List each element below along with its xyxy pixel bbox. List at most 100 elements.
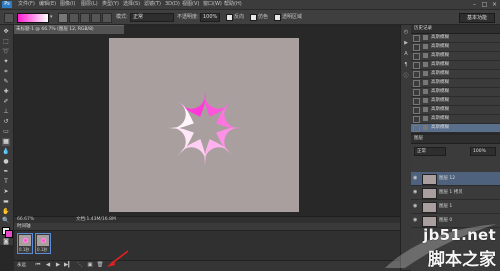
history-item[interactable]: 高斯模糊 xyxy=(411,124,500,133)
quick-mask-icon[interactable]: ◙ xyxy=(2,238,10,246)
eye-icon[interactable]: ◉ xyxy=(413,175,419,181)
shape-tool-icon[interactable]: ▬ xyxy=(2,198,10,206)
history-panel-icon[interactable]: ◴ xyxy=(402,28,410,36)
layer-row[interactable]: ◉ 图层 1 xyxy=(411,200,500,214)
healing-brush-tool-icon[interactable]: ✚ xyxy=(2,88,10,96)
history-source-checkbox[interactable] xyxy=(413,125,420,132)
delete-frame-icon[interactable]: 🗑 xyxy=(96,262,104,269)
hand-tool-icon[interactable]: ✋ xyxy=(2,208,10,216)
chevron-down-icon[interactable]: ▾ xyxy=(50,14,53,20)
animation-frame-1[interactable]: 0.1秒 xyxy=(17,233,33,254)
eyedropper-tool-icon[interactable]: ✎ xyxy=(2,78,10,86)
zoom-tool-icon[interactable]: 🔍 xyxy=(2,217,10,225)
history-source-checkbox[interactable] xyxy=(413,35,420,42)
history-brush-tool-icon[interactable]: ↺ xyxy=(2,118,10,126)
menu-help[interactable]: 帮助(H) xyxy=(224,1,242,8)
diamond-gradient-icon[interactable] xyxy=(102,13,112,23)
menu-type[interactable]: 类型(Y) xyxy=(102,1,119,8)
mode-select[interactable]: 正常 xyxy=(130,13,174,22)
reflected-gradient-icon[interactable] xyxy=(91,13,101,23)
history-source-checkbox[interactable] xyxy=(413,62,420,69)
timeline-tab[interactable]: 时间轴 xyxy=(14,223,400,231)
history-source-checkbox[interactable] xyxy=(413,89,420,96)
previous-frame-icon[interactable]: ◀ xyxy=(44,262,52,269)
reverse-checkbox[interactable] xyxy=(226,14,233,21)
marquee-tool-icon[interactable]: ⬚ xyxy=(2,38,10,46)
animation-frame-2[interactable]: 0.1秒 xyxy=(35,233,51,254)
menu-layer[interactable]: 图层(L) xyxy=(81,1,98,8)
history-item[interactable]: 高斯模糊 xyxy=(411,43,500,52)
menu-filter[interactable]: 滤镜(T) xyxy=(144,1,161,8)
history-source-checkbox[interactable] xyxy=(413,98,420,105)
radial-gradient-icon[interactable] xyxy=(69,13,79,23)
dodge-tool-icon[interactable]: ● xyxy=(2,158,10,166)
eraser-tool-icon[interactable]: ▭ xyxy=(2,128,10,136)
pen-tool-icon[interactable]: ✒ xyxy=(2,168,10,176)
clone-stamp-tool-icon[interactable]: ⊥ xyxy=(2,108,10,116)
history-source-checkbox[interactable] xyxy=(413,53,420,60)
play-icon[interactable]: ▶ xyxy=(54,262,62,269)
history-item[interactable]: 高斯模糊 xyxy=(411,79,500,88)
menu-select[interactable]: 选择(S) xyxy=(123,1,140,8)
menu-3d[interactable]: 3D(D) xyxy=(165,1,180,8)
document-tab[interactable]: 未标题-1 @ 66.7% (图层 12, RGB/8) xyxy=(14,25,124,34)
layer-opacity-field[interactable]: 100% xyxy=(470,147,496,156)
lasso-tool-icon[interactable]: ➰ xyxy=(2,48,10,56)
history-source-checkbox[interactable] xyxy=(413,44,420,51)
eye-icon[interactable]: ◉ xyxy=(413,203,419,209)
angle-gradient-icon[interactable] xyxy=(80,13,90,23)
opacity-field[interactable]: 100% xyxy=(200,13,220,22)
menu-image[interactable]: 图像(I) xyxy=(60,1,75,8)
history-source-checkbox[interactable] xyxy=(413,71,420,78)
actions-panel-icon[interactable]: ▶ xyxy=(402,39,410,47)
gradient-tool-icon[interactable] xyxy=(4,13,14,23)
type-tool-icon[interactable]: T xyxy=(2,178,10,186)
paragraph-panel-icon[interactable]: ¶ xyxy=(402,61,410,69)
path-selection-tool-icon[interactable]: ➤ xyxy=(2,188,10,196)
linear-gradient-icon[interactable] xyxy=(58,13,68,23)
maximize-button[interactable]: □ xyxy=(480,1,489,8)
frame-delay[interactable]: 0.1秒 xyxy=(37,247,47,252)
layer-row[interactable]: ◉ 图层 12 xyxy=(411,172,500,186)
magic-wand-tool-icon[interactable]: ✦ xyxy=(2,58,10,66)
history-item[interactable]: 高斯模糊 xyxy=(411,88,500,97)
layer-row[interactable]: ◉ 图层 1 拷贝 xyxy=(411,186,500,200)
history-item[interactable]: 高斯模糊 xyxy=(411,106,500,115)
history-source-checkbox[interactable] xyxy=(413,107,420,114)
menu-view[interactable]: 视图(V) xyxy=(182,1,199,8)
eye-icon[interactable]: ◉ xyxy=(413,189,419,195)
history-source-checkbox[interactable] xyxy=(413,116,420,123)
history-item[interactable]: 高斯模糊 xyxy=(411,52,500,61)
gradient-picker[interactable] xyxy=(17,13,49,23)
blend-mode-select[interactable]: 正常 xyxy=(414,147,446,156)
brush-tool-icon[interactable]: ✐ xyxy=(2,98,10,106)
next-frame-icon[interactable]: ▶▎ xyxy=(64,262,72,269)
info-panel-icon[interactable]: ⓘ xyxy=(402,72,410,80)
menu-window[interactable]: 窗口(W) xyxy=(203,1,222,8)
gradient-tool-icon[interactable]: ▦ xyxy=(2,138,10,146)
history-item[interactable]: 高斯模糊 xyxy=(411,34,500,43)
crop-tool-icon[interactable]: ⌗ xyxy=(2,68,10,76)
background-color-swatch[interactable] xyxy=(5,230,13,238)
artboard[interactable] xyxy=(109,38,299,212)
frame-delay[interactable]: 0.1秒 xyxy=(19,247,29,252)
history-item[interactable]: 高斯模糊 xyxy=(411,70,500,79)
transparency-checkbox[interactable] xyxy=(274,14,281,21)
loop-select[interactable]: 永远 xyxy=(17,262,26,270)
history-item[interactable]: 高斯模糊 xyxy=(411,61,500,70)
dither-checkbox[interactable] xyxy=(250,14,257,21)
move-tool-icon[interactable]: ✥ xyxy=(2,28,10,36)
duplicate-frame-icon[interactable]: ▣ xyxy=(86,262,94,269)
close-button[interactable]: × xyxy=(490,1,499,8)
minimize-button[interactable]: – xyxy=(470,1,479,8)
first-frame-icon[interactable]: ⏮ xyxy=(34,262,42,269)
menu-edit[interactable]: 编辑(E) xyxy=(39,1,56,8)
workspace-switcher[interactable]: 基本功能 xyxy=(459,13,495,23)
history-source-checkbox[interactable] xyxy=(413,80,420,87)
tween-icon[interactable]: ⋱ xyxy=(76,262,84,269)
blur-tool-icon[interactable]: 💧 xyxy=(2,148,10,156)
history-item[interactable]: 高斯模糊 xyxy=(411,97,500,106)
character-panel-icon[interactable]: A xyxy=(402,50,410,58)
menu-file[interactable]: 文件(F) xyxy=(18,1,35,8)
history-item[interactable]: 高斯模糊 xyxy=(411,115,500,124)
